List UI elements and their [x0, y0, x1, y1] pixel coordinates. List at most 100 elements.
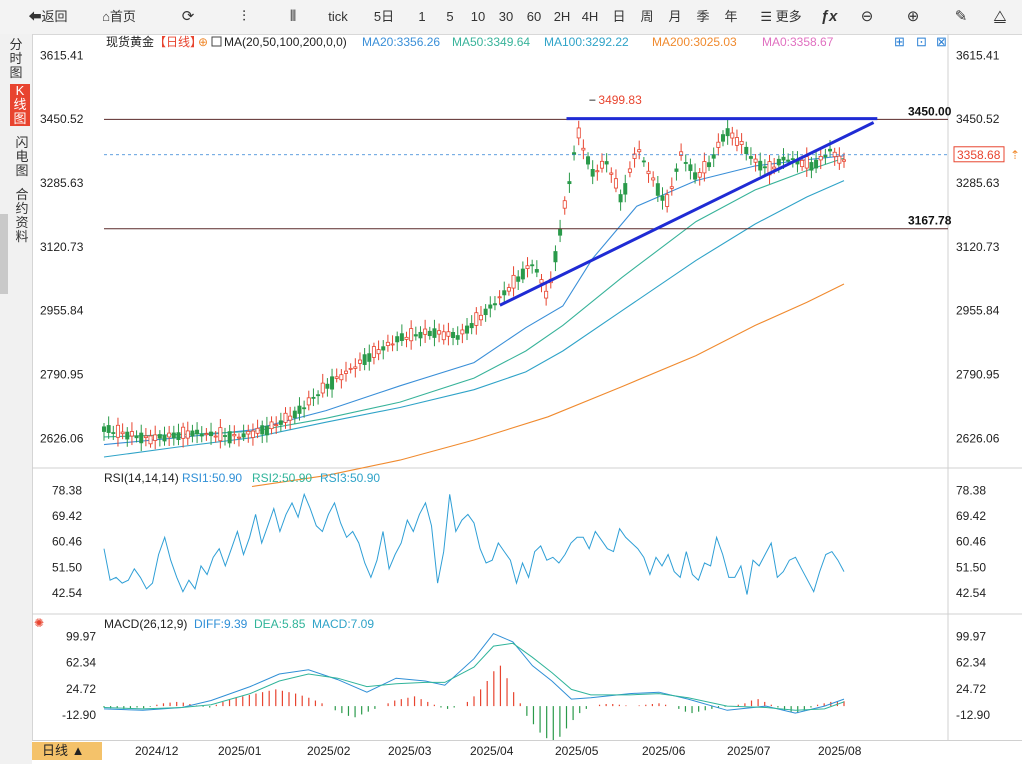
macd-histogram	[103, 665, 845, 740]
candle-body	[492, 303, 497, 306]
sidebar-item-contract[interactable]: 合约资料	[12, 188, 32, 244]
macd-tick-left: -12.90	[62, 708, 96, 722]
price-tick-left: 3450.52	[40, 112, 84, 126]
ma-header: MA(20,50,100,200,0,0)	[224, 35, 347, 49]
candle-body	[143, 435, 148, 438]
price-tick-left: 3615.41	[40, 48, 84, 62]
candle-body	[613, 178, 618, 189]
candle-body	[190, 430, 195, 437]
close-panel-icon[interactable]: ⊠	[936, 34, 947, 49]
candle-body	[125, 431, 130, 440]
candle-body	[716, 141, 721, 148]
candle-body	[181, 426, 186, 439]
sidebar-item-intraday[interactable]: 分时图	[6, 38, 26, 80]
candle-body	[474, 312, 479, 326]
function-icon[interactable]: ƒx	[818, 0, 840, 34]
candle-body	[516, 276, 521, 282]
candle-body	[274, 424, 279, 426]
time-axis-bar	[32, 740, 1022, 765]
chart-type-icon[interactable]: ⫶	[232, 0, 256, 34]
rsi-tick-left: 42.54	[52, 586, 82, 600]
candle-body	[399, 333, 404, 341]
kline-chart[interactable]: 3615.41 3615.41 3450.52 3450.52 3285.63 3285.…	[32, 34, 1022, 740]
candle-body	[423, 328, 428, 335]
tab-tick[interactable]: tick	[322, 0, 354, 34]
candle-body	[213, 435, 218, 438]
zoom-out-icon[interactable]: ⊖	[856, 0, 878, 34]
candle-body	[814, 159, 819, 169]
candle-body	[320, 382, 325, 394]
tab-30min[interactable]: 30	[494, 0, 518, 34]
rsi-y-axis: 78.38 78.38 69.42 69.42 60.46 60.46 51.50 51.50…	[52, 483, 986, 600]
refresh-icon[interactable]: ⟳	[176, 0, 200, 34]
ma-label: MA0:3358.67	[762, 35, 834, 49]
candle-body	[818, 155, 823, 161]
x-tick-label: 2025/03	[388, 744, 432, 758]
tab-5min[interactable]: 5	[442, 0, 458, 34]
candle-body	[134, 435, 139, 439]
candle-body	[162, 435, 167, 442]
candle-body	[800, 159, 805, 168]
tab-60min[interactable]: 60	[522, 0, 546, 34]
macd-tick-left: 99.97	[66, 629, 96, 643]
sidebar-item-label: K线图	[13, 83, 27, 126]
zoom-in-icon[interactable]: ⊕	[902, 0, 924, 34]
more-button[interactable]: ☰ 更多	[756, 0, 806, 34]
price-tick-left: 3120.73	[40, 240, 84, 254]
x-tick-label: 2025/02	[307, 744, 351, 758]
candle-body	[520, 268, 525, 280]
drawing-tools-icon[interactable]: ⧋	[988, 0, 1012, 34]
tab-quarter[interactable]: 季	[692, 0, 714, 34]
candle-body	[623, 183, 628, 195]
candle-body	[576, 127, 581, 139]
draw-pen-icon[interactable]: ✎	[950, 0, 972, 34]
sidebar-edge	[0, 214, 8, 294]
layout-icon[interactable]: ⊞	[894, 34, 905, 49]
candle-body	[842, 159, 847, 162]
sidebar-item-flash[interactable]: 闪电图	[12, 136, 32, 178]
high-label: 3499.83	[598, 93, 642, 107]
sidebar-item-label: 闪电图	[15, 135, 29, 178]
candle-body	[809, 162, 814, 171]
tab-month[interactable]: 月	[664, 0, 686, 34]
candle-body	[455, 335, 460, 340]
candle-body	[129, 431, 134, 437]
tab-day[interactable]: 日	[608, 0, 630, 34]
home-button[interactable]: ⌂首页	[94, 0, 144, 34]
rsi-label: RSI1:50.90	[182, 471, 242, 485]
candle-body	[157, 434, 162, 439]
tab-year[interactable]: 年	[720, 0, 742, 34]
sidebar-item-kline[interactable]: K线图	[10, 84, 30, 126]
macd-tick-right: 99.97	[956, 629, 986, 643]
candle-icon[interactable]: ⦀	[280, 0, 306, 34]
rsi-tick-left: 69.42	[52, 509, 82, 523]
back-label: 返回	[41, 9, 68, 24]
candle-body	[637, 149, 642, 153]
candle-body	[744, 146, 749, 155]
candle-body	[264, 425, 269, 436]
tab-1min[interactable]: 1	[414, 0, 430, 34]
timeframe-selector-label: 日线	[42, 743, 69, 758]
rsi-tick-right: 51.50	[956, 560, 986, 574]
tab-5day[interactable]: 5日	[371, 0, 397, 34]
price-tick-right: 2626.06	[956, 431, 1000, 445]
back-button[interactable]: ⬅返回	[24, 0, 72, 34]
sidebar-item-label: 合约资料	[15, 187, 29, 244]
settings-icon[interactable]: ⊕	[198, 35, 208, 49]
tab-2h[interactable]: 2H	[550, 0, 574, 34]
expand-icon[interactable]: ⊡	[916, 34, 927, 49]
tab-4h[interactable]: 4H	[578, 0, 602, 34]
back-arrow-icon: ⬅	[28, 9, 42, 24]
price-tick-right: 3285.63	[956, 176, 1000, 190]
candle-body	[488, 304, 493, 309]
tab-10min[interactable]: 10	[466, 0, 490, 34]
timeframe-selector[interactable]: 日线 ▲	[32, 742, 102, 760]
tab-week[interactable]: 周	[636, 0, 658, 34]
candle-body	[702, 161, 707, 174]
candle-body	[823, 154, 828, 158]
candle-body	[558, 228, 563, 236]
candle-body	[707, 162, 712, 168]
candle-body	[297, 405, 302, 414]
checkbox-icon[interactable]	[211, 36, 222, 47]
indicator-settings-icon[interactable]: ✺	[34, 616, 44, 630]
